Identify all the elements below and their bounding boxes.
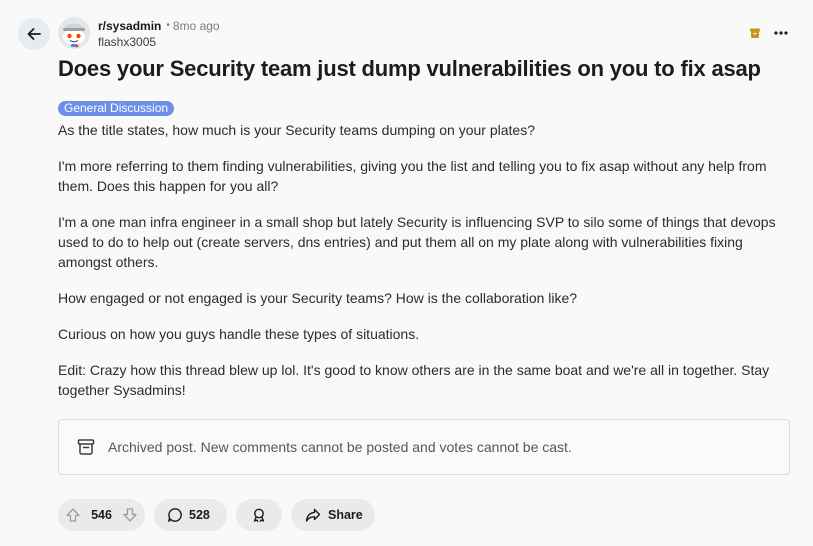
award-button[interactable]: [236, 499, 282, 531]
post-paragraph: As the title states, how much is your Se…: [58, 122, 536, 138]
post-paragraph: Edit: Crazy how this thread blew up lol.…: [58, 362, 770, 398]
post-age: 8mo ago: [172, 19, 220, 33]
subreddit-avatar[interactable]: [58, 17, 90, 49]
more-options-button[interactable]: [770, 22, 792, 44]
post-flair[interactable]: General Discussion: [58, 101, 175, 116]
post-body: As the title states, how much is your Se…: [58, 120, 793, 416]
upvote-icon[interactable]: [65, 507, 81, 523]
archived-notice-text: Archived post. New comments cannot be po…: [108, 439, 572, 455]
meta-separator: •: [166, 20, 170, 31]
award-icon: [251, 507, 267, 523]
post-paragraph: How engaged or not engaged is your Secur…: [58, 290, 578, 306]
post-paragraph: I'm a one man infra engineer in a small …: [58, 214, 776, 270]
post-meta: r/sysadmin • 8mo ago flashx3005: [98, 18, 220, 50]
vote-control: 546: [58, 499, 145, 531]
comment-icon: [167, 507, 183, 523]
comment-count: 528: [189, 508, 210, 522]
subreddit-link[interactable]: r/sysadmin: [98, 18, 161, 34]
vote-count: 546: [91, 508, 112, 522]
arrow-left-icon: [26, 26, 42, 42]
post-paragraph: I'm more referring to them finding vulne…: [58, 158, 767, 194]
post-paragraph: Curious on how you guys handle these typ…: [58, 326, 420, 342]
archive-icon: [749, 27, 761, 39]
share-label: Share: [328, 508, 363, 522]
post-title: Does your Security team just dump vulner…: [58, 56, 761, 81]
post-page: r/sysadmin • 8mo ago flashx3005 Does you…: [0, 0, 813, 546]
archive-box-icon: [77, 438, 95, 456]
share-icon: [305, 507, 321, 523]
share-button[interactable]: Share: [291, 499, 375, 531]
comments-button[interactable]: 528: [154, 499, 227, 531]
back-button[interactable]: [18, 18, 50, 50]
downvote-icon[interactable]: [122, 507, 138, 523]
ellipsis-icon: [774, 31, 788, 35]
archived-notice: Archived post. New comments cannot be po…: [58, 419, 790, 475]
post-actions: 546 528 Share: [58, 499, 384, 531]
author-link[interactable]: flashx3005: [98, 34, 220, 50]
